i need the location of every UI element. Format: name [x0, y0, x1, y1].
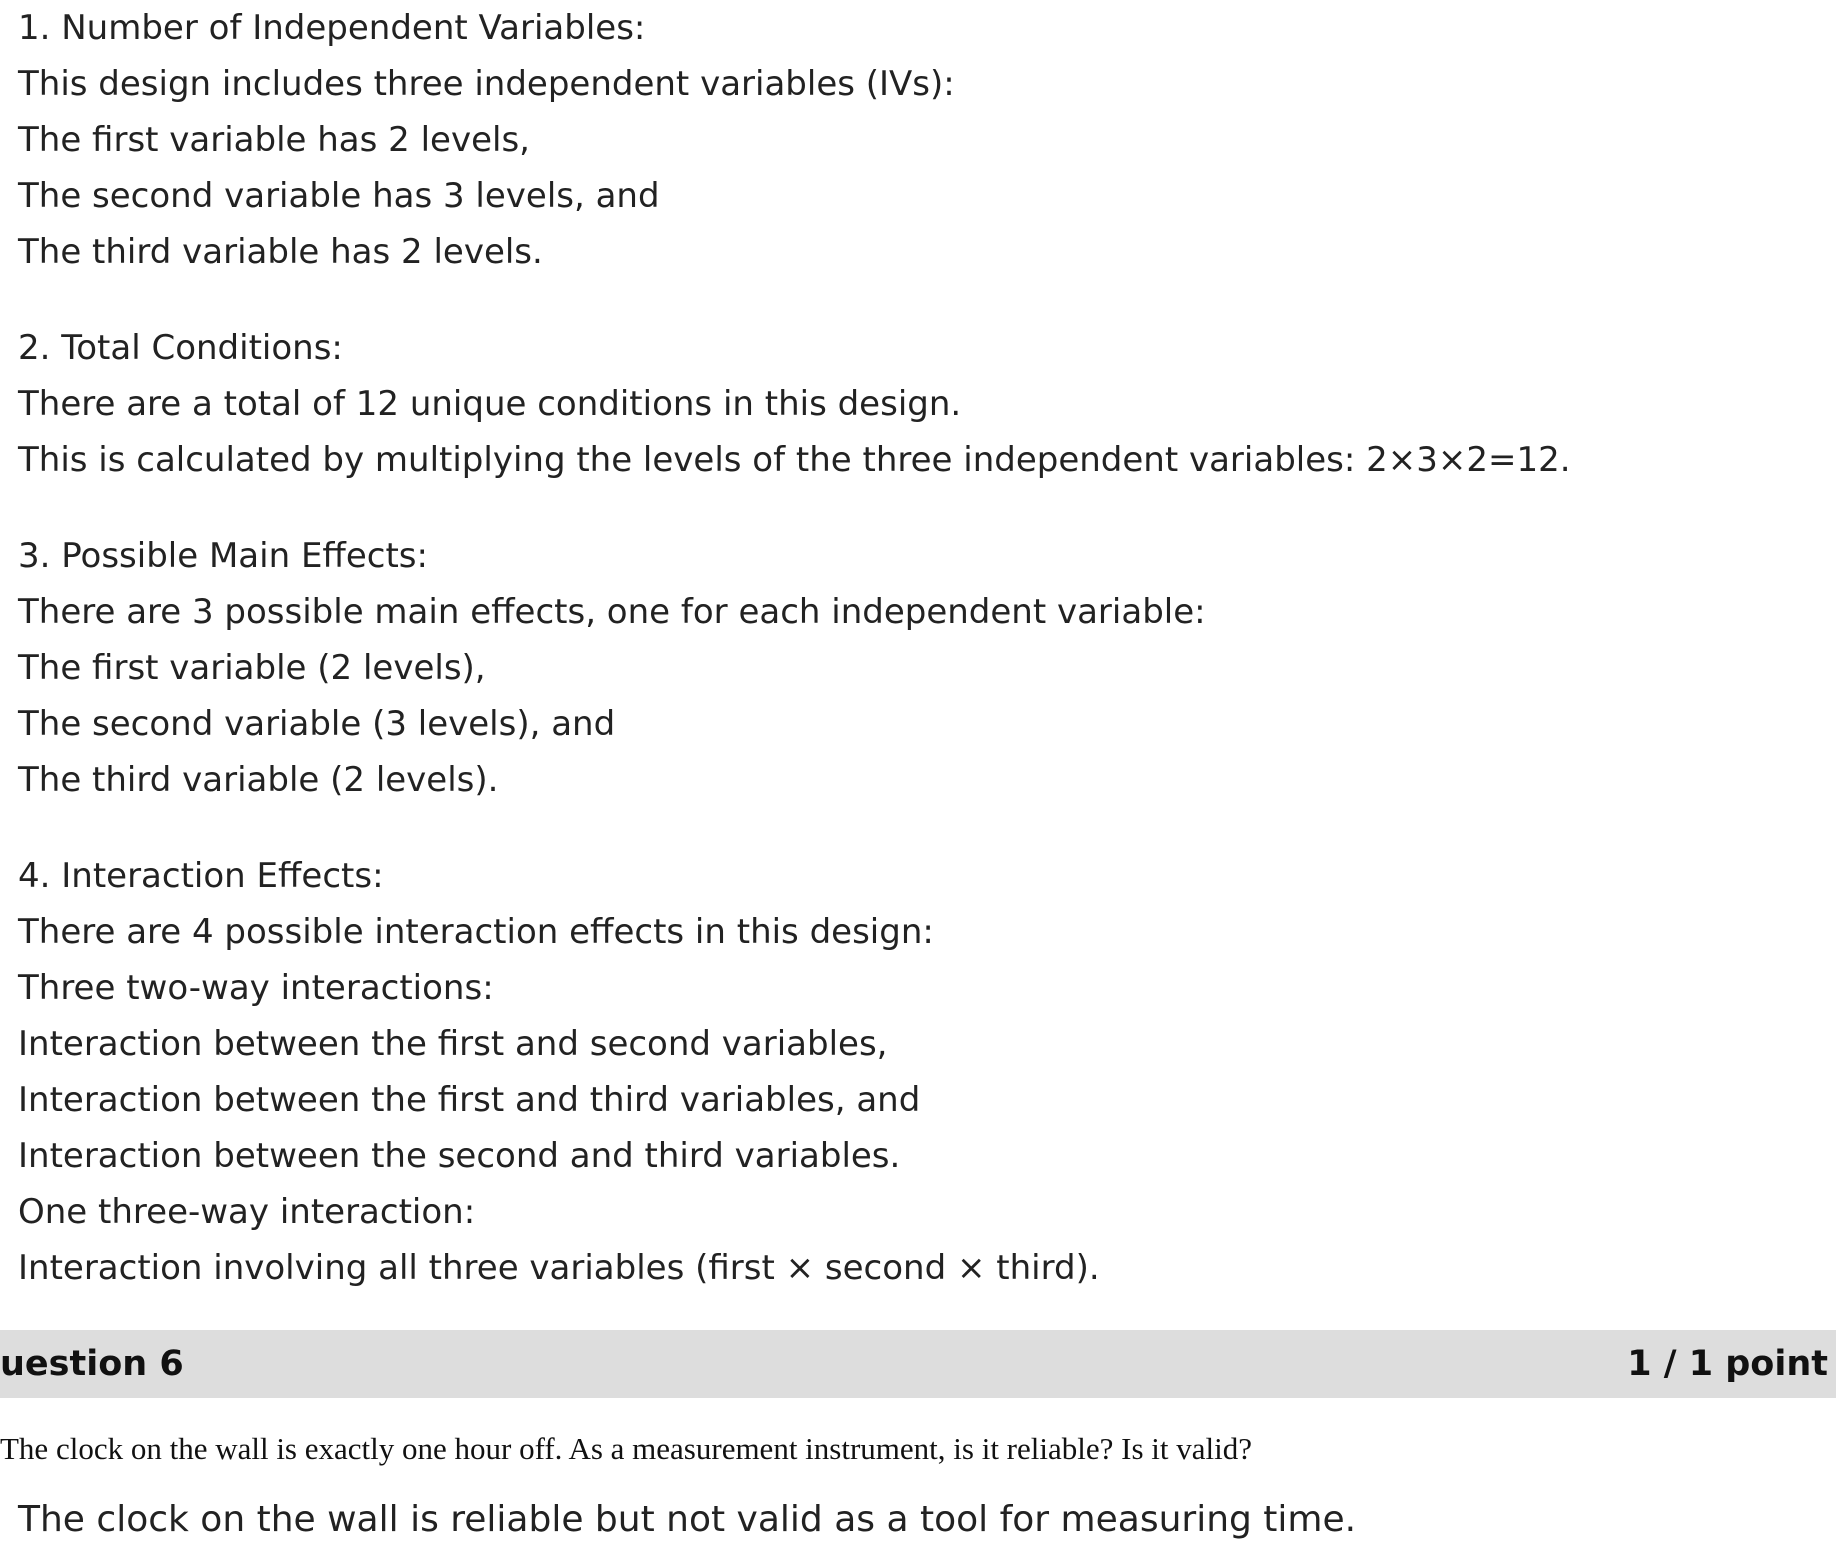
answer-line: This is calculated by multiplying the le… [18, 440, 1571, 480]
question-response: The clock on the wall is reliable but no… [18, 1499, 1357, 1540]
section-heading: 1. Number of Independent Variables: [18, 8, 646, 48]
section-heading: 2. Total Conditions: [18, 328, 343, 368]
answer-line: Interaction between the second and third… [18, 1136, 901, 1176]
answer-line: The third variable (2 levels). [18, 760, 499, 800]
question-prompt: The clock on the wall is exactly one hou… [0, 1431, 1252, 1466]
answer-section-independent-variables: 1. Number of Independent Variables: This… [18, 0, 1808, 280]
answer-line: There are a total of 12 unique condition… [18, 384, 962, 424]
answer-line: Interaction between the first and third … [18, 1080, 921, 1120]
answer-line: This design includes three independent v… [18, 64, 955, 104]
question-points: 1 / 1 point [1627, 1344, 1828, 1384]
previous-answer-text: 1. Number of Independent Variables: This… [18, 0, 1808, 1336]
answer-line: The second variable (3 levels), and [18, 704, 616, 744]
answer-line: The third variable has 2 levels. [18, 232, 543, 272]
answer-line: Interaction between the first and second… [18, 1024, 888, 1064]
answer-section-main-effects: 3. Possible Main Effects: There are 3 po… [18, 528, 1808, 808]
answer-line: The first variable (2 levels), [18, 648, 486, 688]
question-title: uestion 6 [0, 1344, 184, 1384]
answer-line: One three-way interaction: [18, 1192, 476, 1232]
answer-line: The first variable has 2 levels, [18, 120, 530, 160]
answer-line: There are 3 possible main effects, one f… [18, 592, 1206, 632]
answer-line: The second variable has 3 levels, and [18, 176, 660, 216]
section-heading: 4. Interaction Effects: [18, 856, 384, 896]
question-header: uestion 6 1 / 1 point [0, 1330, 1836, 1398]
answer-section-interaction-effects: 4. Interaction Effects: There are 4 poss… [18, 848, 1808, 1296]
answer-line: Three two-way interactions: [18, 968, 494, 1008]
section-heading: 3. Possible Main Effects: [18, 536, 428, 576]
answer-line: There are 4 possible interaction effects… [18, 912, 934, 952]
answer-line: Interaction involving all three variable… [18, 1248, 1100, 1288]
answer-section-total-conditions: 2. Total Conditions: There are a total o… [18, 320, 1808, 488]
